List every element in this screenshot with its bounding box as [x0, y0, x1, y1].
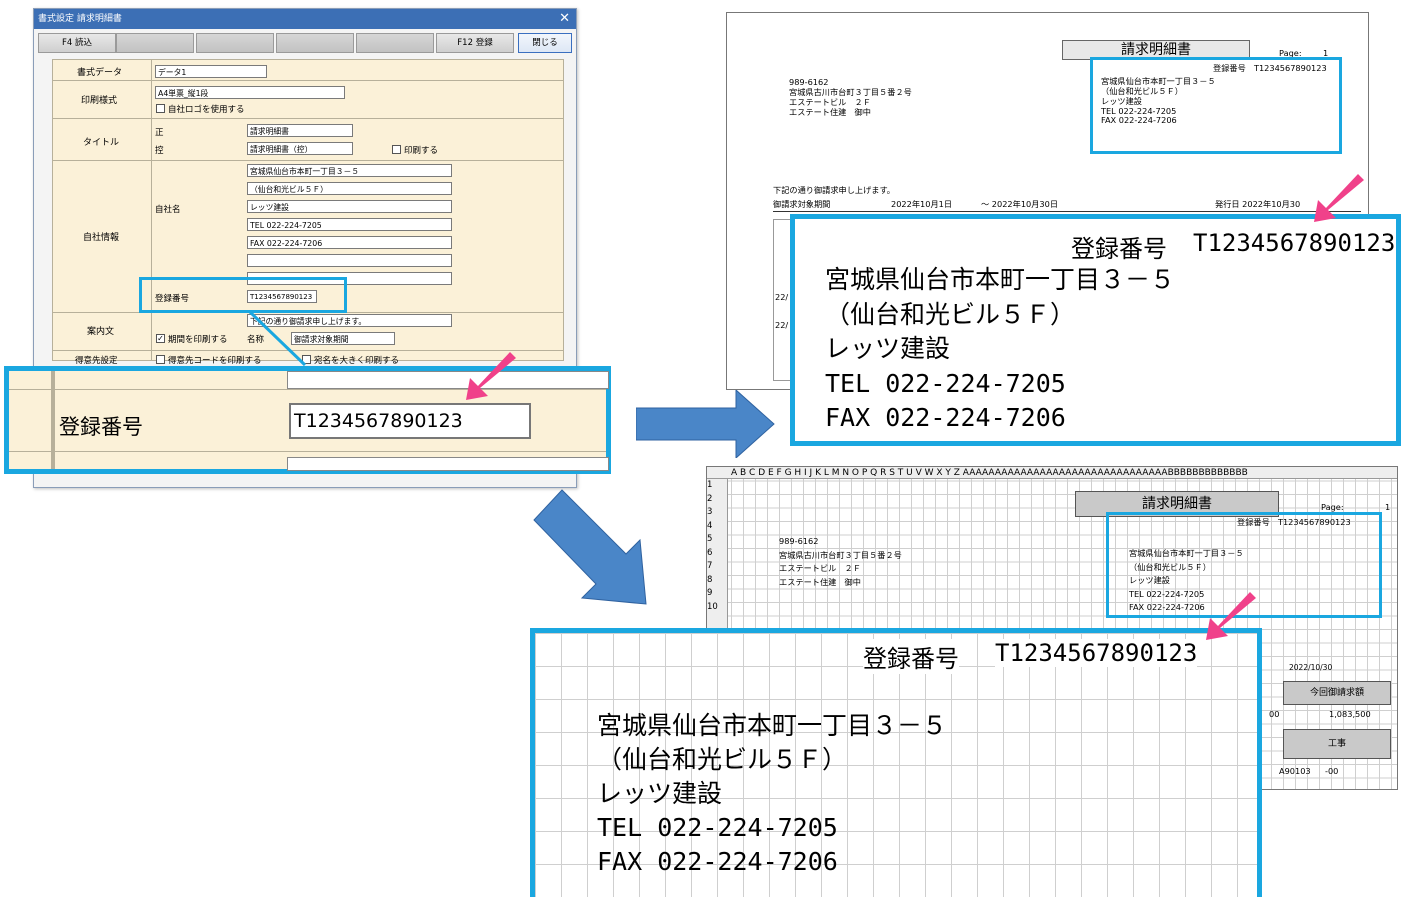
- customer-line: 989-6162: [779, 536, 819, 546]
- customer-line: 宮城県古川市台町３丁目５番２号: [779, 549, 902, 560]
- customer-line: エステート住建 御中: [779, 576, 861, 587]
- sheet-customer-address: 989-6162 宮城県古川市台町３丁目５番２号 エステートビル ２Ｆ エステー…: [779, 535, 902, 589]
- sheet-code-suffix: -00: [1325, 766, 1339, 776]
- table-fragment: 22/: [775, 292, 789, 302]
- zoom-company-line: FAX 022-224-7206: [825, 403, 1066, 432]
- down-right-arrow-icon: [533, 489, 647, 605]
- table-fragment: 22/: [775, 320, 789, 330]
- zoom-company-block: 宮城県仙台市本町一丁目３－５ （仙台和光ビル５Ｆ） レッツ建設 TEL 022-…: [825, 263, 1175, 436]
- sheet-this-billing-header: 今回御請求額: [1283, 681, 1391, 705]
- sheet-work-header: 工事: [1283, 729, 1391, 759]
- sheet-date-value: 2022/10/30: [1289, 663, 1333, 672]
- sheet-page-number: 1: [1385, 502, 1391, 512]
- column-headers: A B C D E F G H I J K L M N O P Q R S T …: [707, 467, 1397, 479]
- sheet-zoom-reg-value: T1234567890123: [995, 639, 1198, 667]
- row-headers: 1 2 3 4 5 6 7 8 9 10: [707, 479, 728, 629]
- intro-text: 下記の通り御請求申し上げます。: [773, 185, 895, 195]
- customer-line: エステート住建 御中: [789, 106, 871, 117]
- right-arrow-icon: [636, 390, 775, 458]
- row-header: 7: [707, 561, 713, 571]
- row-header: 2: [707, 493, 713, 504]
- row-header: 9: [707, 588, 713, 598]
- sheet-zoom-panel: 登録番号 T1234567890123 宮城県仙台市本町一丁目３－５ （仙台和光…: [530, 628, 1262, 897]
- row-header: 6: [707, 547, 713, 558]
- period-from: 2022年10月1日: [891, 199, 953, 209]
- sheet-zoom-reg-label: 登録番号: [863, 639, 959, 674]
- zoom-company-line: TEL 022-224-7205: [825, 368, 1066, 398]
- zoom-registration-label: 登録番号: [59, 415, 143, 439]
- company-highlight-box: [1090, 57, 1342, 154]
- invoice-zoom-panel: 登録番号 T1234567890123 宮城県仙台市本町一丁目３－５ （仙台和光…: [790, 214, 1401, 446]
- pointer-arrow-icon: [1314, 174, 1364, 222]
- zoom-company-line: 宮城県仙台市本町一丁目３－５: [597, 711, 948, 740]
- sheet-amount: 1,083,500: [1329, 709, 1371, 719]
- row-header: 8: [707, 574, 713, 585]
- zoom-company-line: （仙台和光ビル５Ｆ）: [825, 299, 1076, 329]
- zoom-registration-field: T1234567890123: [289, 403, 531, 439]
- customer-address: 989-6162 宮城県古川市台町３丁目５番２号 エステートビル ２Ｆ エステー…: [789, 77, 912, 117]
- zoom-reg-label: 登録番号: [1071, 235, 1167, 263]
- customer-line: エステートビル ２Ｆ: [779, 563, 861, 573]
- issue-date: 発行日 2022年10月30: [1215, 199, 1301, 209]
- period-to: ～ 2022年10月30日: [981, 199, 1059, 209]
- row-header: 5: [707, 534, 713, 544]
- zoom-company-line: 宮城県仙台市本町一丁目３－５: [825, 265, 1176, 294]
- zoom-company-line: TEL 022-224-7205: [597, 813, 838, 842]
- row-header: 10: [707, 601, 718, 612]
- row-header: 3: [707, 507, 713, 517]
- form-zoom-panel: 登録番号 T1234567890123: [4, 366, 611, 474]
- zoom-company-line: （仙台和光ビル５Ｆ）: [597, 745, 848, 774]
- pointer-arrow-icon: [1206, 592, 1256, 640]
- sheet-code: A90103: [1279, 766, 1311, 776]
- zoom-reg-value: T1234567890123: [1193, 229, 1396, 257]
- row-header: 1: [707, 480, 713, 490]
- period-label: 御請求対象期間: [773, 199, 831, 209]
- zoom-company-line: FAX 022-224-7206: [597, 847, 838, 876]
- zoom-company-line: レッツ建設: [597, 779, 723, 808]
- sheet-amount-fragment: 00: [1269, 709, 1280, 719]
- zoom-company-line: レッツ建設: [825, 334, 951, 363]
- sheet-zoom-company-block: 宮城県仙台市本町一丁目３－５ （仙台和光ビル５Ｆ） レッツ建設 TEL 022-…: [597, 709, 947, 879]
- row-header: 4: [707, 520, 713, 531]
- pointer-arrow-icon: [466, 352, 516, 400]
